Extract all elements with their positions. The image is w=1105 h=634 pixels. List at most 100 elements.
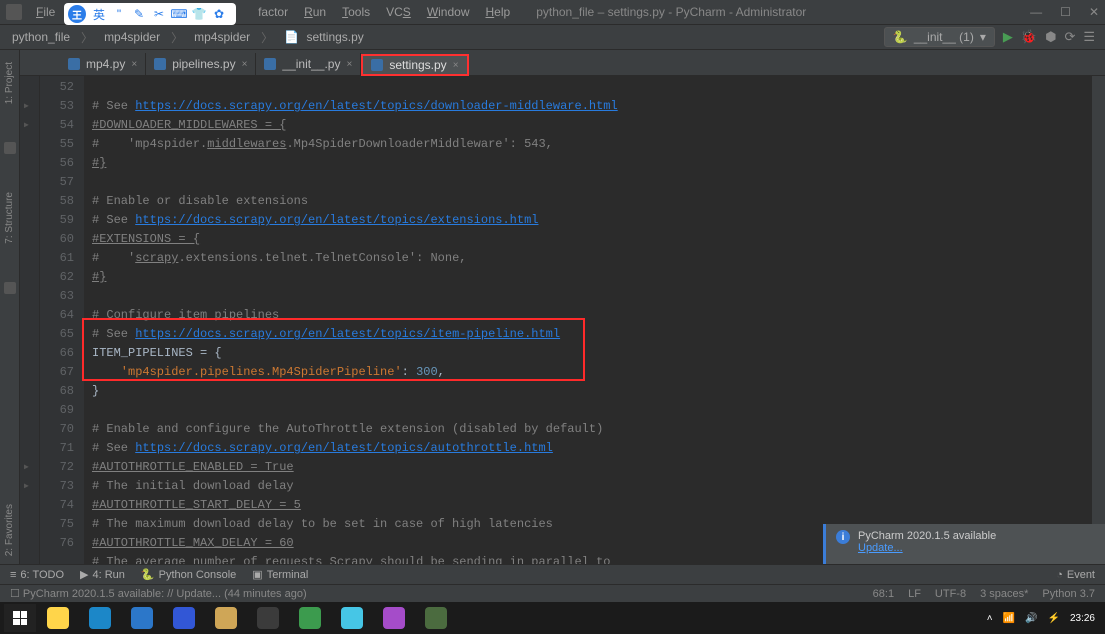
main-area: 1: Project 7: Structure 2: Favorites mp4…	[0, 50, 1105, 564]
tray-icon[interactable]: ⚡	[1048, 613, 1060, 624]
python-file-icon	[371, 59, 383, 71]
close-icon[interactable]: ×	[346, 59, 352, 70]
start-button[interactable]	[4, 604, 36, 632]
taskbar-app[interactable]	[164, 604, 204, 632]
ime-scissors-icon[interactable]: ✂	[152, 7, 166, 21]
window-controls: ― ☐ ✕	[1030, 5, 1099, 19]
todo-tool[interactable]: ≡ 6: TODO	[10, 569, 64, 581]
taskbar-app[interactable]	[374, 604, 414, 632]
tray-icon[interactable]: 📶	[1003, 613, 1015, 624]
ime-shirt-icon[interactable]: 👕	[192, 7, 206, 21]
fold-column	[20, 76, 40, 564]
taskbar-app[interactable]	[416, 604, 456, 632]
taskbar-app[interactable]	[38, 604, 78, 632]
python-file-icon	[68, 58, 80, 70]
tab-init[interactable]: __init__.py×	[256, 53, 361, 75]
indent[interactable]: 3 spaces*	[980, 588, 1028, 600]
search-button[interactable]: ☰	[1083, 29, 1095, 45]
ime-toolbar[interactable]: 王 英 " ✎ ✂ ⌨ 👕 ✿	[64, 3, 236, 25]
menu-run[interactable]: Run	[298, 3, 332, 21]
run-button[interactable]: ▶	[1003, 29, 1013, 45]
line-ending[interactable]: LF	[908, 588, 921, 600]
caret-pos[interactable]: 68:1	[873, 588, 894, 600]
ime-keyboard-icon[interactable]: ⌨	[172, 7, 186, 21]
tray-icon[interactable]: 🔊	[1025, 613, 1037, 624]
code-area[interactable]: # See https://docs.scrapy.org/en/latest/…	[84, 76, 1091, 564]
notif-update-link[interactable]: Update...	[858, 542, 996, 554]
python-file-icon	[264, 58, 276, 70]
encoding[interactable]: UTF-8	[935, 588, 966, 600]
ime-punct-icon[interactable]: "	[112, 7, 126, 21]
menu-help[interactable]: Help	[480, 3, 517, 21]
project-tool-button[interactable]: 1: Project	[4, 54, 15, 112]
chevron-down-icon: ▾	[980, 30, 986, 44]
notif-title: PyCharm 2020.1.5 available	[858, 530, 996, 542]
taskbar-app[interactable]	[332, 604, 372, 632]
editor-body[interactable]: 52535455 56575859 60616263 64656667 6869…	[20, 76, 1105, 564]
ime-lang-icon[interactable]: 英	[92, 7, 106, 21]
python-file-icon	[154, 58, 166, 70]
taskbar-app[interactable]	[80, 604, 120, 632]
chevron-right-icon: 〉	[257, 28, 277, 47]
taskbar-app[interactable]	[206, 604, 246, 632]
taskbar-app[interactable]	[122, 604, 162, 632]
menu-vcs[interactable]: VCS	[380, 3, 417, 21]
crumb-folder1[interactable]: mp4spider	[100, 29, 164, 45]
system-tray[interactable]: ˄ 📶 🔊 ⚡ 23:26	[987, 613, 1101, 624]
crumb-file[interactable]: 📄 settings.py	[280, 29, 372, 45]
app-logo	[6, 4, 22, 20]
ime-logo-icon: 王	[68, 5, 86, 23]
taskbar-app[interactable]	[248, 604, 288, 632]
ime-pencil-icon[interactable]: ✎	[132, 7, 146, 21]
run-config-selector[interactable]: 🐍 __init__ (1) ▾	[884, 27, 995, 47]
structure-icon	[4, 282, 16, 294]
line-gutter: 52535455 56575859 60616263 64656667 6869…	[40, 76, 84, 564]
editor: mp4.py× pipelines.py× __init__.py× setti…	[20, 50, 1105, 564]
taskbar-app[interactable]	[290, 604, 330, 632]
favorites-tool-button[interactable]: 2: Favorites	[4, 496, 15, 564]
clock[interactable]: 23:26	[1070, 613, 1095, 624]
terminal-tool[interactable]: ▣ Terminal	[252, 568, 308, 581]
close-icon[interactable]: ×	[453, 60, 459, 71]
breadcrumb: python_file 〉 mp4spider 〉 mp4spider 〉 📄 …	[8, 28, 372, 47]
editor-tabs: mp4.py× pipelines.py× __init__.py× setti…	[20, 50, 1105, 76]
nav-bar: python_file 〉 mp4spider 〉 mp4spider 〉 📄 …	[0, 24, 1105, 50]
crumb-project[interactable]: python_file	[8, 29, 74, 45]
ime-gear-icon[interactable]: ✿	[212, 7, 226, 21]
editor-scrollbar[interactable]	[1091, 76, 1105, 564]
menu-tools[interactable]: Tools	[336, 3, 376, 21]
minimize-button[interactable]: ―	[1030, 5, 1042, 19]
event-log-tool[interactable]: ◔ Event	[1056, 569, 1095, 581]
close-button[interactable]: ✕	[1089, 5, 1099, 19]
tab-settings[interactable]: settings.py×	[361, 54, 468, 76]
crumb-folder2[interactable]: mp4spider	[190, 29, 254, 45]
status-bar: ☐ PyCharm 2020.1.5 available: // Update.…	[0, 584, 1105, 602]
chevron-right-icon: 〉	[77, 28, 97, 47]
run-tool[interactable]: ▶ 4: Run	[80, 568, 125, 581]
menu-refactor[interactable]: factor	[252, 3, 294, 21]
status-message[interactable]: ☐ PyCharm 2020.1.5 available: // Update.…	[10, 587, 307, 600]
menu-file[interactable]: File	[30, 3, 61, 21]
update-notification[interactable]: i PyCharm 2020.1.5 available Update...	[823, 524, 1105, 564]
close-icon[interactable]: ×	[242, 59, 248, 70]
project-icon	[4, 142, 16, 154]
tray-chevron-icon[interactable]: ˄	[987, 613, 993, 624]
interpreter[interactable]: Python 3.7	[1042, 588, 1095, 600]
window-title: python_file – settings.py - PyCharm - Ad…	[536, 5, 806, 19]
bottom-tool-bar: ≡ 6: TODO ▶ 4: Run 🐍 Python Console ▣ Te…	[0, 564, 1105, 584]
tab-mp4[interactable]: mp4.py×	[60, 53, 146, 75]
info-icon: i	[836, 530, 850, 544]
debug-button[interactable]: 🐞	[1021, 29, 1037, 45]
profiler-button[interactable]: ⟳	[1064, 29, 1075, 45]
python-console-tool[interactable]: 🐍 Python Console	[141, 568, 236, 581]
structure-tool-button[interactable]: 7: Structure	[4, 184, 15, 252]
maximize-button[interactable]: ☐	[1060, 5, 1071, 19]
windows-taskbar: ˄ 📶 🔊 ⚡ 23:26	[0, 602, 1105, 634]
chevron-right-icon: 〉	[167, 28, 187, 47]
left-tool-strip: 1: Project 7: Structure 2: Favorites	[0, 50, 20, 564]
tab-pipelines[interactable]: pipelines.py×	[146, 53, 256, 75]
menu-window[interactable]: Window	[421, 3, 476, 21]
python-icon: 🐍	[893, 30, 908, 44]
coverage-button[interactable]: ⬢	[1045, 29, 1056, 45]
close-icon[interactable]: ×	[131, 59, 137, 70]
